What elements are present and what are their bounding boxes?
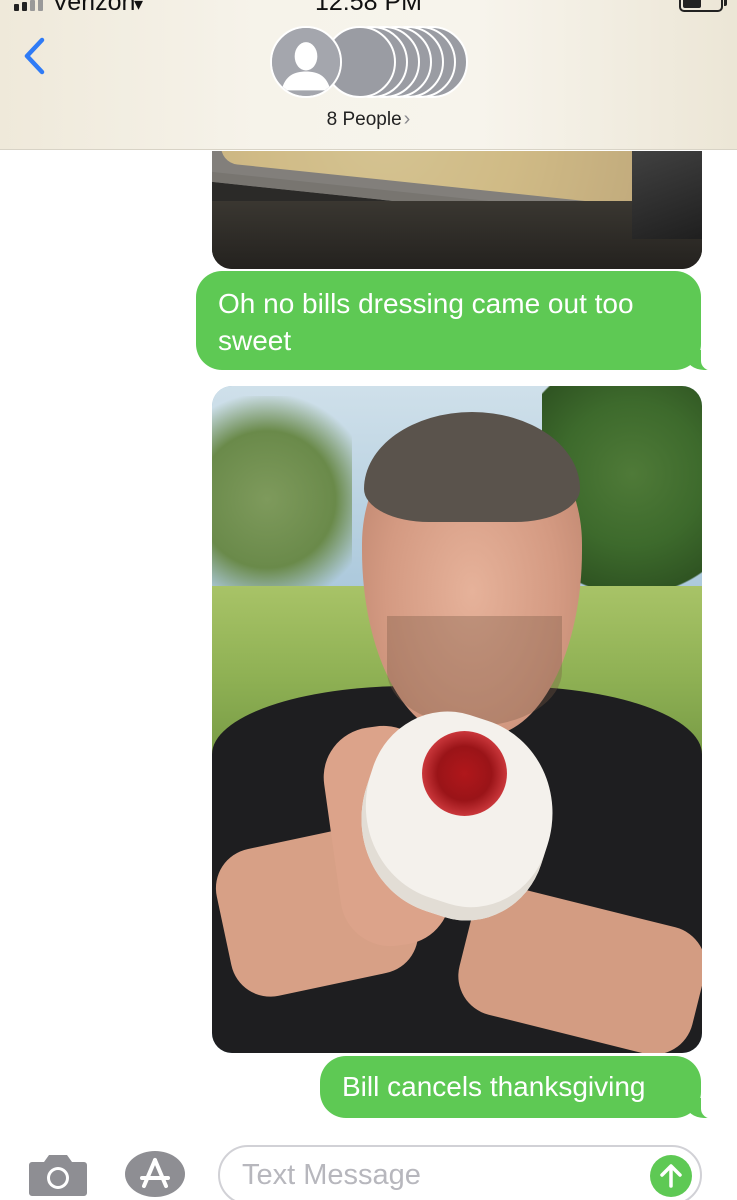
send-button[interactable] bbox=[650, 1155, 692, 1197]
person-silhouette-icon bbox=[272, 28, 340, 96]
message-text: Bill cancels thanksgiving bbox=[342, 1071, 646, 1102]
arrow-up-icon bbox=[660, 1164, 682, 1188]
message-input-field[interactable] bbox=[218, 1145, 702, 1200]
image-message-dressing[interactable] bbox=[212, 151, 702, 269]
message-text: Oh no bills dressing came out too sweet bbox=[218, 288, 634, 356]
group-name-link[interactable]: 8 People › bbox=[0, 108, 737, 131]
text-message-input[interactable] bbox=[242, 1147, 642, 1200]
status-bar: Verizon ▾ 12:58 PM bbox=[0, 0, 737, 22]
avatar bbox=[270, 26, 342, 98]
image-message-bandaged-hand[interactable] bbox=[212, 386, 702, 1053]
camera-button[interactable] bbox=[28, 1150, 88, 1198]
app-store-button[interactable] bbox=[124, 1150, 186, 1198]
sent-message-bubble[interactable]: Oh no bills dressing came out too sweet bbox=[196, 271, 715, 371]
back-button[interactable] bbox=[18, 36, 54, 76]
conversation-header: Verizon ▾ 12:58 PM 8 People › bbox=[0, 0, 737, 150]
group-name-label: 8 People bbox=[326, 109, 402, 130]
group-avatars[interactable] bbox=[270, 26, 470, 100]
message-thread[interactable]: Oh no bills dressing came out too sweet … bbox=[0, 151, 737, 1136]
battery-icon bbox=[679, 0, 727, 12]
camera-icon bbox=[29, 1155, 87, 1196]
chevron-right-icon: › bbox=[403, 108, 411, 130]
chevron-left-icon bbox=[24, 37, 45, 75]
app-store-icon bbox=[125, 1151, 185, 1197]
compose-bar bbox=[0, 1136, 737, 1200]
clock-time: 12:58 PM bbox=[314, 0, 422, 16]
sent-message-bubble[interactable]: Bill cancels thanksgiving bbox=[320, 1056, 715, 1119]
